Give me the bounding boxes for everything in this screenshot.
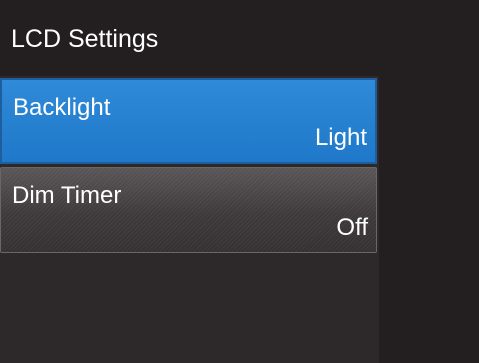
menu-item-value: Off (336, 214, 368, 241)
title-bar: LCD Settings (0, 0, 479, 76)
menu-item-value: Light (314, 124, 367, 151)
menu-item-dim-timer[interactable]: Dim Timer Off (0, 167, 377, 253)
scroll-gutter (379, 76, 479, 363)
menu-item-backlight[interactable]: Backlight Light (0, 78, 377, 164)
menu-item-label: Backlight (13, 94, 111, 121)
lcd-screen: LCD Settings Backlight Light Dim Timer O… (0, 0, 479, 363)
menu-item-label: Dim Timer (12, 182, 122, 209)
page-title: LCD Settings (11, 25, 159, 53)
